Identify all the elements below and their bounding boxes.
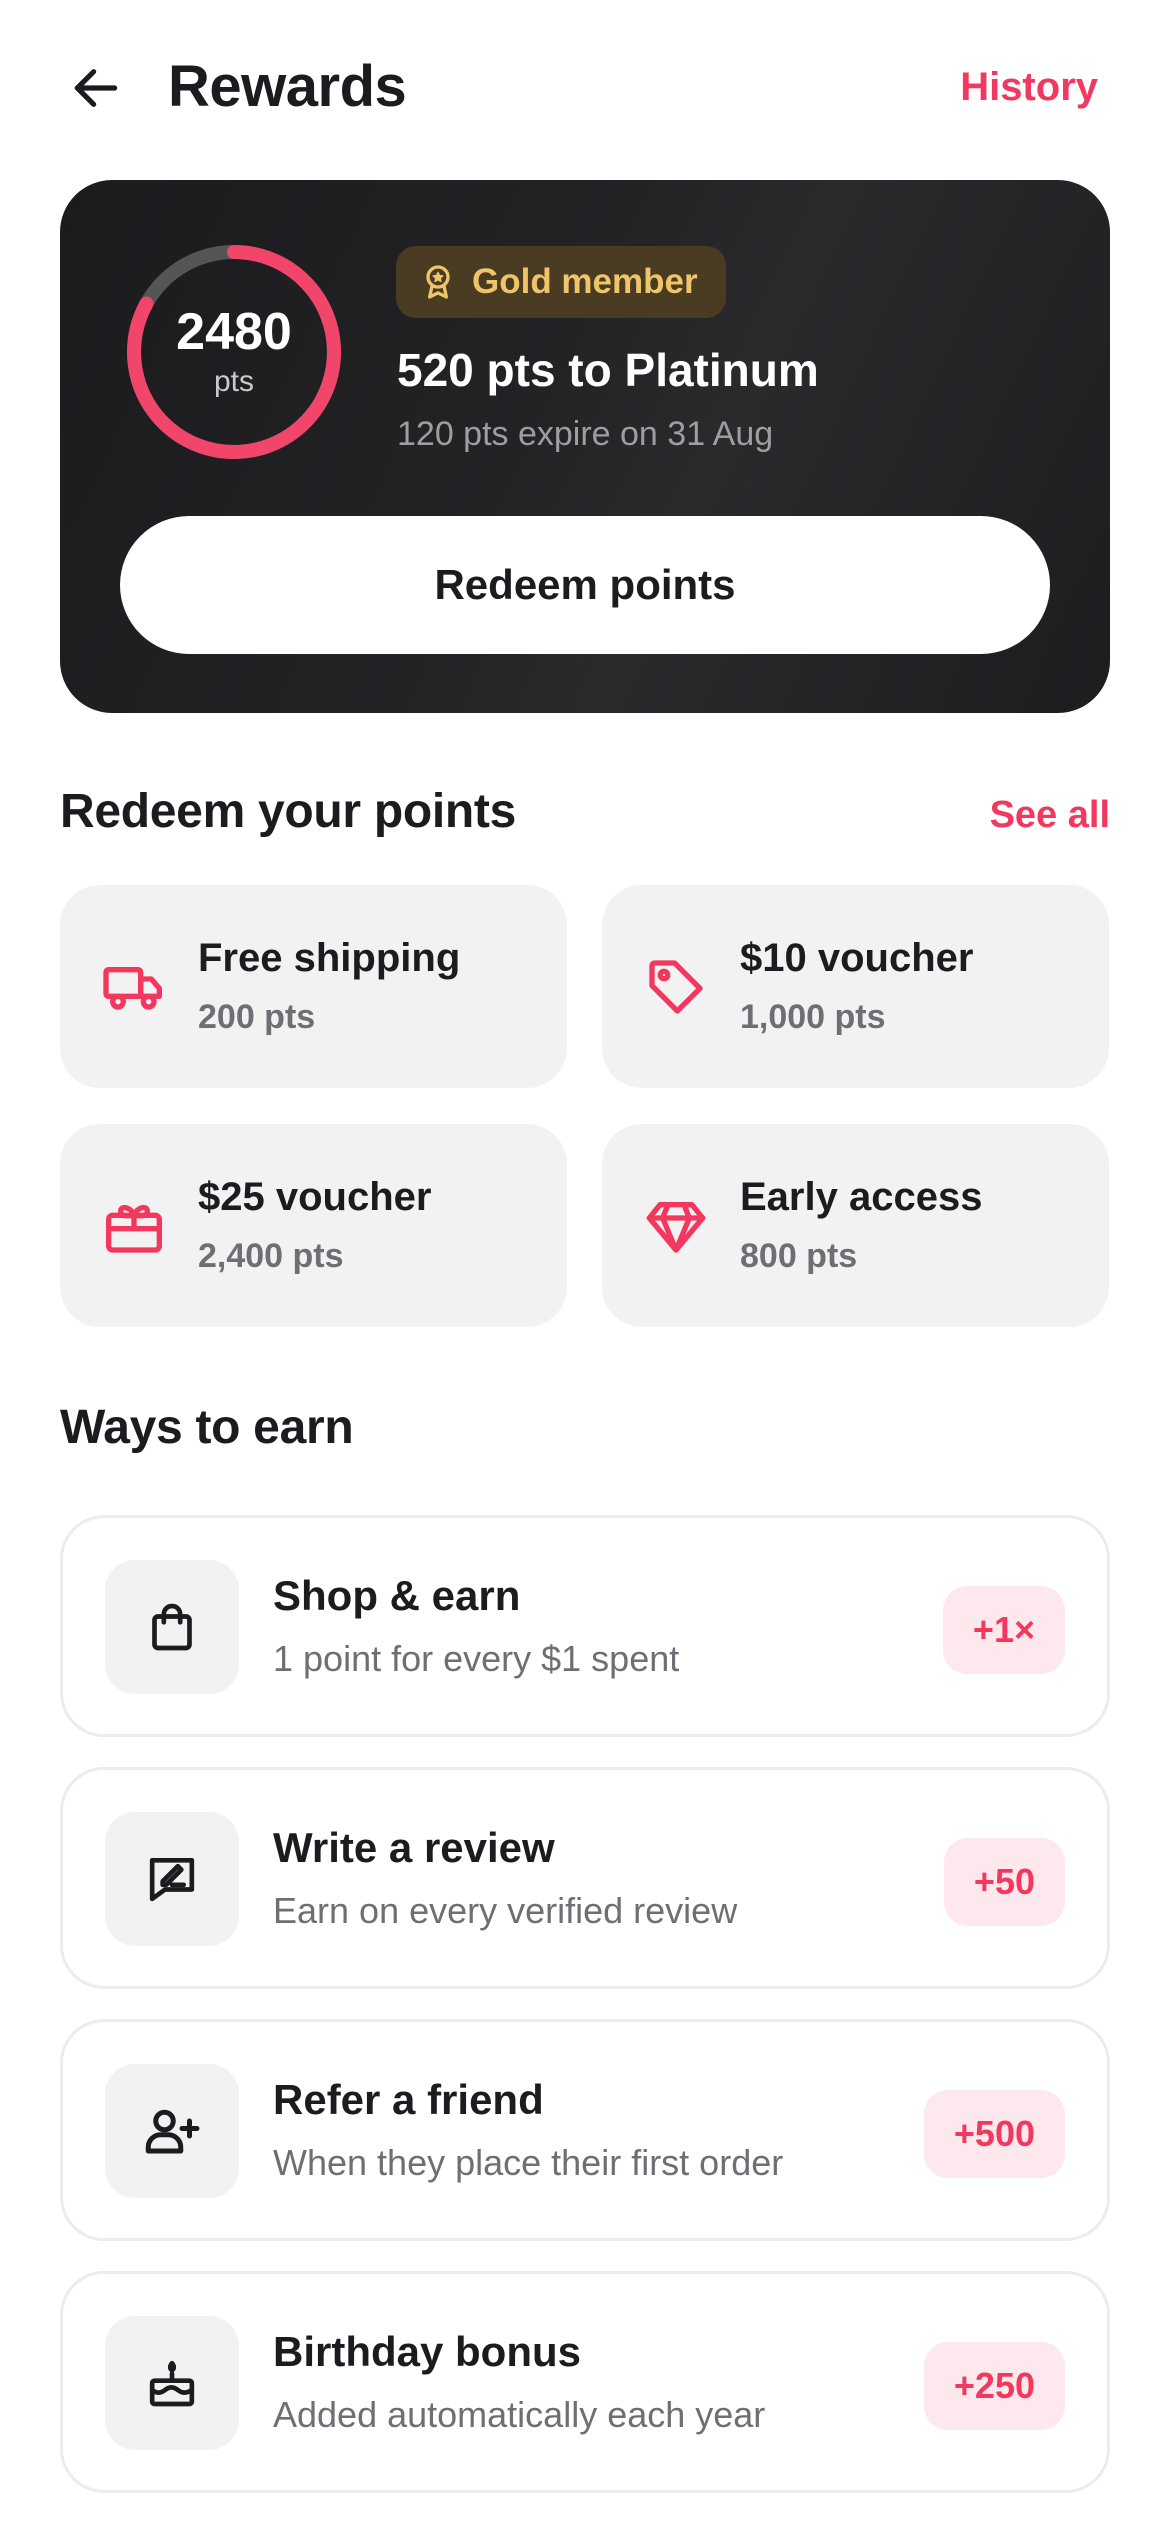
history-link[interactable]: History	[960, 62, 1098, 112]
earn-points-badge: +50	[943, 1838, 1065, 1926]
earn-points-badge: +1×	[942, 1586, 1065, 1674]
shopping-bag-icon	[152, 1603, 192, 1651]
award-icon	[426, 265, 450, 299]
tier-label: Gold member	[472, 262, 698, 301]
add-user-icon	[145, 2109, 200, 2154]
rewards-screen: Rewards History 2480 pts Gold member 520…	[0, 0, 1170, 2532]
diamond-icon	[646, 1202, 706, 1253]
redeem-points-button[interactable]: Redeem points	[120, 516, 1050, 654]
earn-row-birthday[interactable]: Birthday bonus Added automatically each …	[60, 2271, 1110, 2493]
tag-icon	[649, 960, 703, 1014]
reward-name: Free shipping	[198, 936, 461, 980]
points-summary-card: 2480 pts Gold member 520 pts to Platinum…	[60, 180, 1110, 713]
earn-description: Added automatically each year	[273, 2394, 766, 2435]
reward-cost: 1,000 pts	[740, 998, 886, 1036]
earn-section-title: Ways to earn	[60, 1401, 354, 1454]
review-icon	[149, 1858, 195, 1902]
birthday-cake-icon	[149, 2360, 195, 2407]
earn-icon-container	[105, 2064, 239, 2198]
earn-row-refer[interactable]: Refer a friend When they place their fir…	[60, 2019, 1110, 2241]
arrow-left-icon	[74, 69, 118, 107]
earn-points-badge: +250	[923, 2342, 1065, 2430]
truck-icon	[103, 967, 162, 1010]
reward-tile-free-shipping[interactable]: Free shipping 200 pts	[60, 885, 567, 1088]
earn-row-review[interactable]: Write a review Earn on every verified re…	[60, 1767, 1110, 1989]
reward-name: $25 voucher	[198, 1175, 432, 1219]
app-header: Rewards History	[0, 0, 1170, 170]
tier-badge: Gold member	[396, 246, 726, 318]
earn-row-shop[interactable]: Shop & earn 1 point for every $1 spent +…	[60, 1515, 1110, 1737]
earn-icon-container	[105, 2316, 239, 2450]
earn-icon-container	[105, 1560, 239, 1694]
reward-cost: 2,400 pts	[198, 1237, 344, 1275]
next-tier-text: 520 pts to Platinum	[397, 344, 819, 396]
reward-tile-25-voucher[interactable]: $25 voucher 2,400 pts	[60, 1124, 567, 1327]
see-all-link[interactable]: See all	[990, 790, 1110, 840]
points-value: 2480	[176, 303, 292, 361]
page-title: Rewards	[168, 54, 407, 119]
redeem-section-title: Redeem your points	[60, 785, 517, 838]
gift-icon	[106, 1204, 162, 1253]
points-unit: pts	[213, 365, 255, 398]
reward-cost: 200 pts	[198, 998, 316, 1036]
points-expiry-text: 120 pts expire on 31 Aug	[397, 415, 774, 453]
redeem-points-label: Redeem points	[434, 561, 736, 608]
back-button[interactable]	[58, 50, 134, 126]
reward-tile-10-voucher[interactable]: $10 voucher 1,000 pts	[602, 885, 1109, 1088]
earn-points-badge: +500	[923, 2090, 1065, 2178]
earn-description: Earn on every verified review	[273, 1890, 738, 1931]
points-balance: 2480 pts	[124, 242, 344, 462]
earn-title: Shop & earn	[273, 1572, 521, 1619]
reward-tile-early-access[interactable]: Early access 800 pts	[602, 1124, 1109, 1327]
earn-description: When they place their first order	[273, 2142, 784, 2183]
earn-title: Write a review	[273, 1824, 555, 1871]
reward-name: $10 voucher	[740, 936, 974, 980]
earn-title: Refer a friend	[273, 2076, 544, 2123]
reward-cost: 800 pts	[740, 1237, 858, 1275]
earn-title: Birthday bonus	[273, 2328, 582, 2375]
reward-name: Early access	[740, 1175, 983, 1219]
earn-icon-container	[105, 1812, 239, 1946]
earn-description: 1 point for every $1 spent	[273, 1638, 680, 1679]
